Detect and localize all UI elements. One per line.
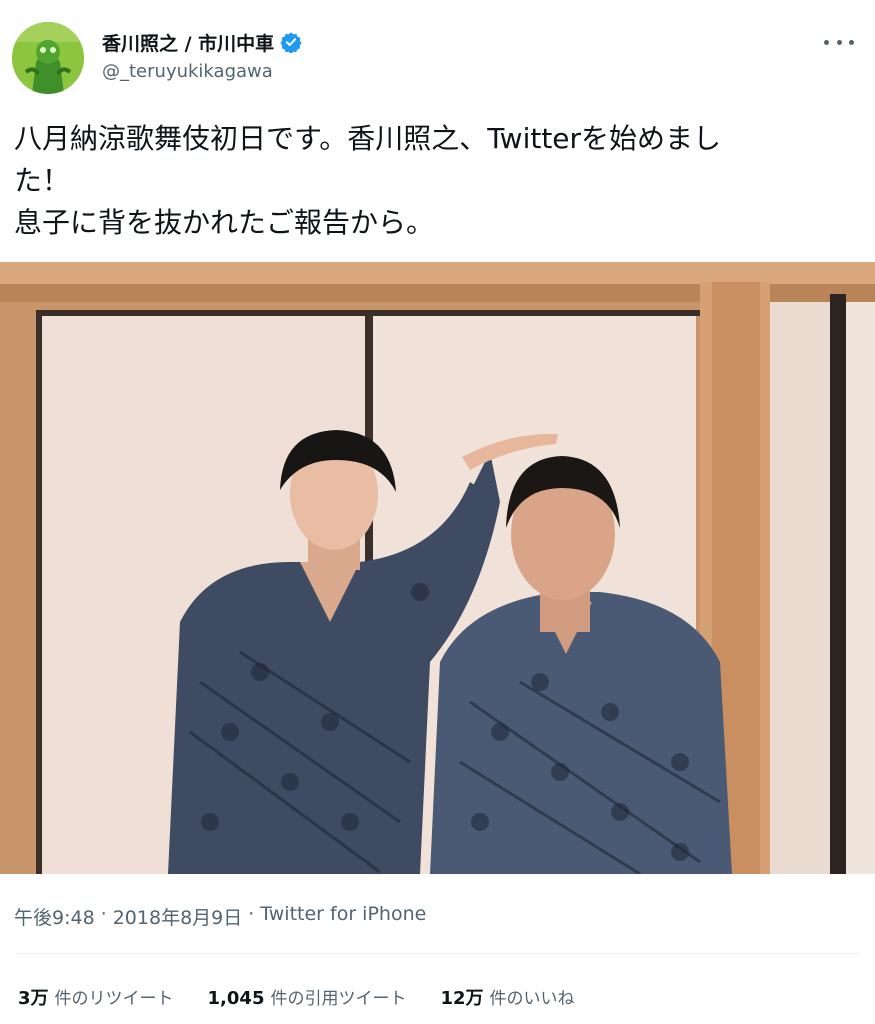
author-name-row[interactable]: 香川照之 / 市川中車 (102, 28, 302, 56)
likes-stat[interactable]: 12万 件のいいね (440, 984, 574, 1010)
tweet-line-1: 八月納涼歌舞伎初日です。香川照之、Twitterを始めまし (14, 122, 722, 155)
likes-count: 12万 (440, 988, 484, 1009)
likes-label: 件のいいね (489, 989, 575, 1009)
more-dot (836, 39, 842, 45)
author-avatar[interactable] (12, 22, 84, 94)
more-options-icon[interactable] (824, 34, 854, 50)
tweet-line-3: 息子に背を抜かれたご報告から。 (14, 206, 435, 239)
quote-tweets-count: 1,045 (207, 988, 265, 1009)
tweet-source[interactable]: Twitter for iPhone (260, 903, 426, 930)
tweet-time[interactable]: 午後9:48 (14, 903, 95, 930)
tweet-meta: 午後9:48 · 2018年8月9日 · Twitter for iPhone (14, 903, 426, 930)
tweet-header: 香川照之 / 市川中車 @_teruyukikagawa (0, 0, 875, 100)
photo-image (0, 262, 875, 874)
tweet-line-2: た！ (14, 164, 71, 197)
retweets-label: 件のリツイート (54, 989, 174, 1009)
retweets-stat[interactable]: 3万 件のリツイート (18, 984, 174, 1010)
verified-badge-icon (280, 32, 302, 53)
tweet-stats: 3万 件のリツイート 1,045 件の引用ツイート 12万 件のいいね (18, 984, 609, 1010)
author-handle[interactable]: @_teruyukikagawa (102, 61, 273, 82)
more-dot (824, 39, 829, 45)
divider (14, 953, 860, 954)
author-display-name[interactable]: 香川照之 / 市川中車 (102, 29, 274, 56)
meta-separator: · (248, 903, 255, 925)
tweet-date[interactable]: 2018年8月9日 (113, 903, 243, 930)
meta-separator: · (100, 903, 107, 925)
tweet-text: 八月納涼歌舞伎初日です。香川照之、Twitterを始めまし た！ 息子に背を抜か… (14, 118, 834, 244)
retweets-count: 3万 (18, 988, 49, 1009)
avatar-image (12, 22, 84, 94)
quote-tweets-label: 件の引用ツイート (270, 989, 407, 1009)
tweet-photo[interactable] (0, 262, 875, 874)
quote-tweets-stat[interactable]: 1,045 件の引用ツイート (208, 984, 407, 1010)
more-dot (849, 39, 854, 45)
